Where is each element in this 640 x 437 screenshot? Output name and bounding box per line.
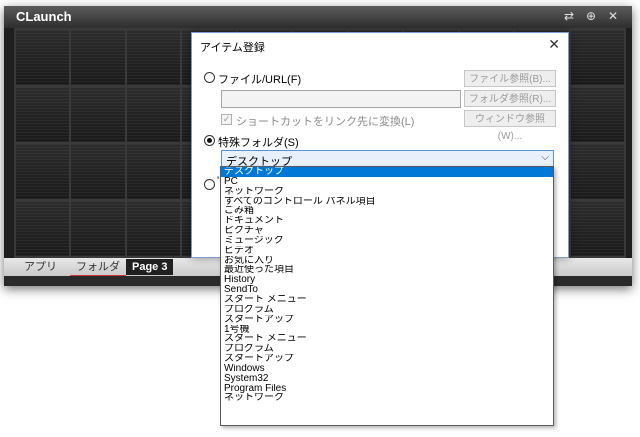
dropdown-item[interactable]: すべてのコントロール パネル項目 <box>221 197 553 207</box>
dropdown-item[interactable]: SendTo <box>221 285 553 295</box>
file-url-radio[interactable] <box>204 72 215 83</box>
dropdown-item[interactable]: ビデオ <box>221 246 553 256</box>
launcher-cell[interactable] <box>16 30 70 85</box>
file-path-input[interactable] <box>221 90 461 108</box>
chevron-down-icon: ⌵ <box>541 152 549 163</box>
tab-apps[interactable]: アプリ <box>18 259 63 275</box>
dropdown-item[interactable]: ドキュメント <box>221 216 553 226</box>
dropdown-item[interactable]: プログラム <box>221 305 553 315</box>
launcher-cell[interactable] <box>71 144 125 199</box>
browse-file-button[interactable]: ファイル参照(B)... <box>464 70 556 87</box>
launcher-cell[interactable] <box>126 30 181 85</box>
close-icon[interactable]: ✕ <box>606 9 620 23</box>
dropdown-item[interactable]: ミュージック <box>221 236 553 246</box>
browse-folder-button[interactable]: フォルダ参照(R)... <box>464 90 556 107</box>
launcher-cell[interactable] <box>126 144 181 199</box>
dropdown-item[interactable]: ネットワーク <box>221 393 553 403</box>
launcher-cell[interactable] <box>126 87 181 142</box>
dropdown-item[interactable]: 1号機 <box>221 325 553 335</box>
dropdown-item[interactable]: スタート メニュー <box>221 334 553 344</box>
third-option-radio[interactable] <box>204 179 215 190</box>
launcher-cell[interactable] <box>16 201 70 256</box>
dropdown-item[interactable]: スタート メニュー <box>221 295 553 305</box>
third-option-label: ' <box>217 175 220 187</box>
special-folder-label: 特殊フォルダ(S) <box>218 137 299 149</box>
browse-window-button[interactable]: ウィンドウ参照(W)... <box>464 110 556 142</box>
dropdown-item[interactable]: Windows <box>221 364 553 374</box>
dropdown-item[interactable]: お気に入り <box>221 256 553 266</box>
convert-shortcut-checkbox[interactable]: ✓ <box>221 114 232 125</box>
dropdown-item[interactable]: ネットワーク <box>221 187 553 197</box>
dialog-title: アイテム登録 <box>200 42 265 54</box>
special-folder-combo[interactable]: デスクトップ ⌵ <box>221 150 554 168</box>
pin-icon[interactable]: ⊕ <box>584 9 598 23</box>
dropdown-item[interactable]: スタートアップ <box>221 315 553 325</box>
dropdown-item[interactable]: PC <box>221 177 553 187</box>
launcher-cell[interactable] <box>570 30 624 85</box>
dropdown-item[interactable]: ピクチャ <box>221 226 553 236</box>
dropdown-item[interactable]: History <box>221 275 553 285</box>
launcher-cell[interactable] <box>570 201 624 256</box>
dialog-close-icon[interactable]: ✕ <box>548 36 560 53</box>
dropdown-item[interactable]: デスクトップ <box>221 167 553 177</box>
dropdown-item[interactable]: Program Files <box>221 384 553 394</box>
title-bar[interactable]: CLaunch ⇄ ⊕ ✕ <box>4 6 632 28</box>
swap-icon[interactable]: ⇄ <box>562 9 576 23</box>
tab-folder[interactable]: フォルダ <box>70 259 126 276</box>
app-title: CLaunch <box>16 9 72 24</box>
dropdown-item[interactable]: スタートアップ <box>221 354 553 364</box>
launcher-cell[interactable] <box>570 144 624 199</box>
dropdown-item[interactable]: ごみ箱 <box>221 206 553 216</box>
special-folder-dropdown-list: デスクトップ PC ネットワーク すべてのコントロール パネル項目 ごみ箱 ドキュメントピ… <box>220 166 554 426</box>
launcher-cell[interactable] <box>71 87 125 142</box>
launcher-cell[interactable] <box>71 201 125 256</box>
convert-shortcut-label: ショートカットをリンク先に変換(L) <box>236 116 415 128</box>
file-url-label: ファイル/URL(F) <box>218 74 302 86</box>
dropdown-item[interactable]: 最近使った項目 <box>221 265 553 275</box>
dropdown-item[interactable]: System32 <box>221 374 553 384</box>
dropdown-item[interactable]: プログラム <box>221 344 553 354</box>
launcher-cell[interactable] <box>71 30 125 85</box>
launcher-cell[interactable] <box>570 87 624 142</box>
special-folder-radio[interactable] <box>204 135 215 146</box>
tab-page3[interactable]: Page 3 <box>126 259 174 275</box>
launcher-cell[interactable] <box>16 87 70 142</box>
launcher-cell[interactable] <box>126 201 181 256</box>
launcher-cell[interactable] <box>16 144 70 199</box>
